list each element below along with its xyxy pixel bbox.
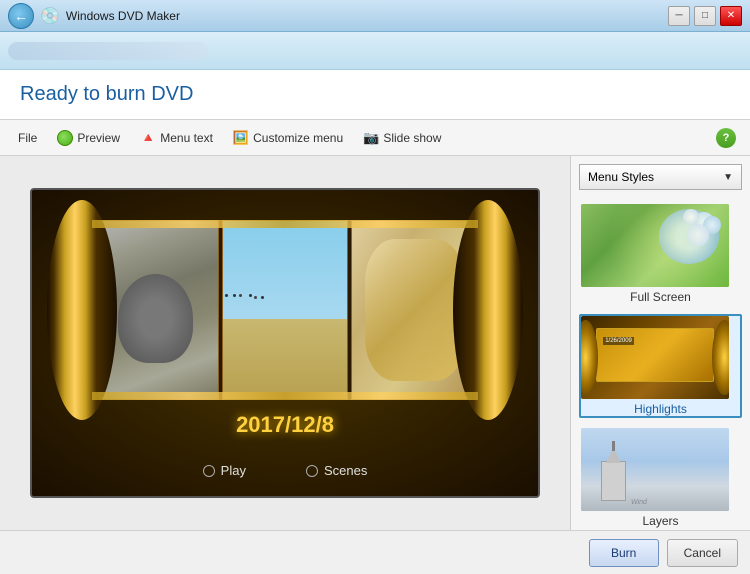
maximize-button[interactable]: □: [694, 6, 716, 26]
burn-button[interactable]: Burn: [589, 539, 659, 567]
style-thumb-layers: Wind: [581, 428, 729, 511]
dvd-play-item: Play: [203, 463, 246, 478]
title-bar-controls: ─ □ ✕: [668, 6, 742, 26]
slide-show-icon: 📷: [363, 130, 379, 146]
side-cylinder-right: [453, 200, 523, 420]
style-label-layers: Layers: [581, 514, 740, 528]
nav-back-button[interactable]: ←: [8, 3, 34, 29]
main-content: 2017/12/8 Play Scenes Menu Styles ▼: [0, 156, 750, 530]
file-menu[interactable]: File: [10, 127, 45, 149]
slide-show-button[interactable]: 📷 Slide show: [355, 126, 449, 150]
title-bar-left: ← 💿 Windows DVD Maker: [8, 3, 180, 29]
slide-show-label: Slide show: [383, 131, 441, 145]
dvd-radio-scenes: [306, 465, 318, 477]
cylinder-container: [52, 200, 518, 420]
side-cylinder-left: [47, 200, 117, 420]
dvd-menu: Play Scenes: [32, 463, 538, 478]
page-title: Ready to burn DVD: [20, 83, 193, 106]
help-button[interactable]: ?: [716, 128, 736, 148]
right-panel: Menu Styles ▼: [570, 156, 750, 530]
nav-bar: [0, 32, 750, 70]
customize-menu-icon: 🖼️: [233, 130, 249, 146]
style-item-highlights[interactable]: 1/26/2009 Highlights: [579, 314, 742, 418]
dvd-preview: 2017/12/8 Play Scenes: [30, 188, 540, 498]
title-bar-icon: 💿: [40, 6, 60, 26]
dropdown-label: Menu Styles: [588, 170, 654, 184]
menu-text-label: Menu text: [160, 131, 213, 145]
dvd-scenes-label: Scenes: [324, 463, 367, 478]
preview-icon: [57, 130, 73, 146]
dvd-radio-play: [203, 465, 215, 477]
minimize-button[interactable]: ─: [668, 6, 690, 26]
dropdown-arrow-icon: ▼: [723, 172, 733, 183]
style-label-highlights: Highlights: [581, 402, 740, 416]
menu-text-icon: 🔺: [140, 130, 156, 146]
toolbar: File Preview 🔺 Menu text 🖼️ Customize me…: [0, 120, 750, 156]
film-strip: [52, 210, 518, 410]
gold-strip-top: [92, 220, 478, 228]
customize-menu-button[interactable]: 🖼️ Customize menu: [225, 126, 351, 150]
style-item-full-screen[interactable]: Full Screen: [579, 202, 742, 306]
styles-list[interactable]: Full Screen 1/26/2009: [571, 198, 750, 530]
dvd-play-label: Play: [221, 463, 246, 478]
preview-area: 2017/12/8 Play Scenes: [0, 156, 570, 530]
title-bar-title: Windows DVD Maker: [66, 9, 180, 23]
photo-birds-flock: [222, 220, 349, 400]
gold-strip-bottom: [92, 392, 478, 400]
thumb-highlights-visual: 1/26/2009: [581, 316, 729, 399]
bottom-bar: Burn Cancel: [0, 530, 750, 574]
style-thumb-highlights: 1/26/2009: [581, 316, 729, 399]
dvd-date: 2017/12/8: [32, 412, 538, 438]
style-item-layers[interactable]: Wind Layers: [579, 426, 742, 530]
thumb-layers-visual: Wind: [581, 428, 729, 511]
style-label-full-screen: Full Screen: [581, 290, 740, 304]
preview-label: Preview: [77, 131, 120, 145]
close-button[interactable]: ✕: [720, 6, 742, 26]
header: Ready to burn DVD: [0, 70, 750, 120]
title-bar: ← 💿 Windows DVD Maker ─ □ ✕: [0, 0, 750, 32]
thumb-fullscreen-visual: [581, 204, 729, 287]
menu-styles-dropdown[interactable]: Menu Styles ▼: [579, 164, 742, 190]
menu-text-button[interactable]: 🔺 Menu text: [132, 126, 221, 150]
customize-menu-label: Customize menu: [253, 131, 343, 145]
style-thumb-full-screen: [581, 204, 729, 287]
file-label: File: [18, 131, 37, 145]
cancel-button[interactable]: Cancel: [667, 539, 738, 567]
photos-strip: [92, 220, 478, 400]
preview-button[interactable]: Preview: [49, 126, 128, 150]
dvd-scenes-item: Scenes: [306, 463, 367, 478]
